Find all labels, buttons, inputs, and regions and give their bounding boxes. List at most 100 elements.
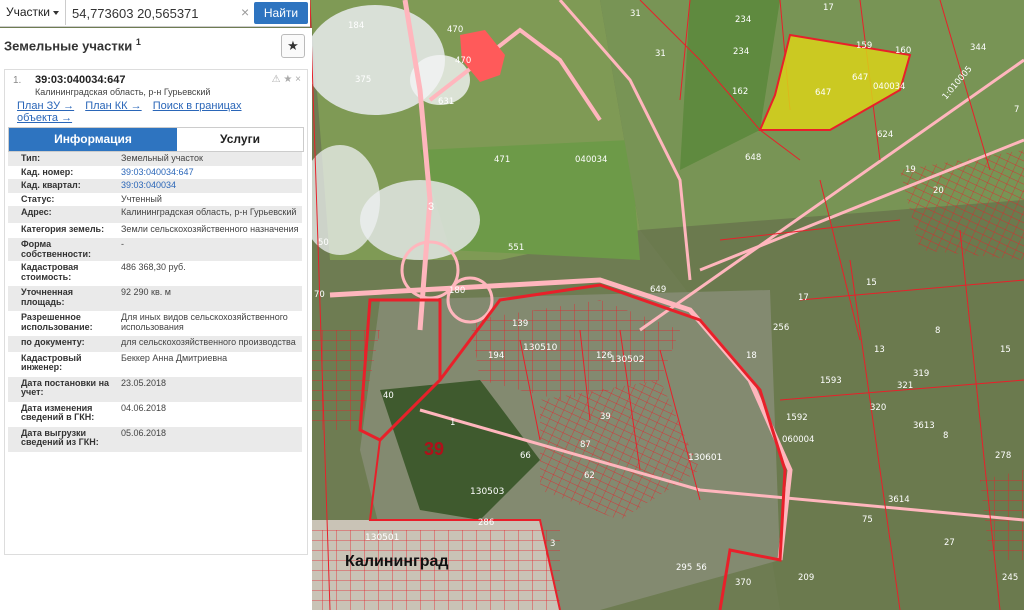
tab-info[interactable]: Информация bbox=[9, 128, 177, 151]
parcel-label: 56 bbox=[696, 563, 707, 573]
parcel-label: 130502 bbox=[610, 355, 644, 365]
parcel-label: 1592 bbox=[786, 413, 808, 423]
info-row: Дата постановки на учет: 23.05.2018 bbox=[8, 376, 302, 402]
card-index: 1. bbox=[13, 75, 22, 86]
parcel-label: 256 bbox=[773, 323, 789, 333]
parcel-label: 7 bbox=[1014, 105, 1019, 115]
parcel-label: 551 bbox=[508, 243, 524, 253]
parcel-label: 17 bbox=[798, 293, 809, 303]
info-value: Калининградская область, р-н Гурьевский bbox=[121, 207, 297, 217]
info-key: Кад. номер: bbox=[21, 166, 74, 177]
info-row: Кад. квартал: 39:03:040034 bbox=[8, 179, 302, 193]
info-table: Тип: Земельный участок Кад. номер: 39:03:0… bbox=[8, 152, 302, 452]
district-label: 39 bbox=[424, 439, 444, 459]
parcel-label: 370 bbox=[735, 578, 751, 588]
info-value: Земельный участок bbox=[121, 153, 203, 163]
info-value: Беккер Анна Дмитриевна bbox=[121, 352, 228, 363]
parcel-label: 15 bbox=[1000, 345, 1011, 355]
parcel-label: 648 bbox=[745, 153, 761, 163]
parcel-label: 20 bbox=[933, 186, 944, 196]
parcel-label: 162 bbox=[732, 87, 748, 97]
road-label: 3 bbox=[428, 201, 434, 213]
parcel-label: 130503 bbox=[470, 487, 504, 497]
parcel-label: 647 bbox=[852, 73, 868, 83]
info-value: 486 368,30 руб. bbox=[121, 262, 186, 272]
info-row: Адрес: Калининградская область, р-н Гурье… bbox=[8, 206, 302, 223]
info-value: Земли сельскохозяйственного назначения bbox=[121, 223, 299, 234]
parcel-label: 344 bbox=[970, 43, 986, 53]
parcel-label: 470 bbox=[455, 56, 471, 66]
plan-kk-link[interactable]: План КК → bbox=[85, 100, 141, 112]
clear-icon[interactable]: × bbox=[241, 4, 249, 20]
info-value-link[interactable]: 39:03:040034:647 bbox=[117, 167, 302, 178]
close-icon[interactable]: × bbox=[295, 74, 301, 85]
plan-zu-link[interactable]: План ЗУ → bbox=[17, 100, 74, 112]
parcel-label: 1 bbox=[450, 418, 455, 428]
parcel-label: 130510 bbox=[523, 343, 558, 353]
parcel-label: 130601 bbox=[688, 453, 722, 463]
info-row: Дата изменения сведений в ГКН: 04.06.2018 bbox=[8, 402, 302, 427]
parcel-label: 3 bbox=[550, 539, 555, 549]
info-value: 04.06.2018 bbox=[121, 402, 167, 413]
info-value: 23.05.2018 bbox=[121, 377, 167, 388]
info-key: Категория земель: bbox=[21, 223, 105, 234]
parcel-label: 8 bbox=[943, 431, 948, 441]
results-panel: Земельные участки 1 ★ 1. 39:03:040034:64… bbox=[0, 28, 312, 610]
info-row: Категория земель: Земли сельскохозяйствен… bbox=[8, 223, 302, 239]
search-button[interactable]: Найти bbox=[254, 2, 308, 24]
parcel-label: 3614 bbox=[888, 495, 910, 505]
info-row: Уточненная площадь: 92 290 кв. м bbox=[8, 286, 302, 311]
info-value-link[interactable]: 39:03:040034 bbox=[117, 180, 302, 191]
parcel-label: 184 bbox=[348, 21, 364, 31]
warning-icon[interactable]: ⚠ bbox=[272, 74, 281, 85]
parcel-label: 040034 bbox=[873, 82, 905, 92]
city-label: Калининград bbox=[345, 553, 449, 570]
parcel-label: 647 bbox=[815, 88, 831, 98]
info-key: Адрес: bbox=[21, 207, 52, 217]
parcel-label: 278 bbox=[995, 451, 1011, 461]
info-row: Статус: Учтенный bbox=[8, 193, 302, 207]
info-key: Дата выгрузки сведений из ГКН: bbox=[21, 427, 99, 447]
parcel-label: 139 bbox=[512, 319, 528, 329]
parcel-label: 15 bbox=[866, 278, 877, 288]
parcel-label: 87 bbox=[580, 440, 591, 450]
search-category-select[interactable]: Участки bbox=[0, 0, 66, 25]
favorite-star-button[interactable]: ★ bbox=[281, 34, 305, 58]
parcel-label: 160 bbox=[895, 46, 911, 56]
parcel-label: 126 bbox=[596, 351, 612, 361]
parcel-label: 234 bbox=[733, 47, 749, 57]
parcel-label: 18 bbox=[746, 351, 757, 361]
parcel-label: 70 bbox=[314, 290, 325, 300]
card-address: Калининградская область, р-н Гурьевский bbox=[35, 87, 211, 97]
parcel-label: 631 bbox=[438, 97, 454, 107]
parcel-label: 234 bbox=[735, 15, 751, 25]
search-input[interactable] bbox=[70, 2, 244, 24]
parcel-label: 245 bbox=[1002, 573, 1018, 583]
info-row: Дата выгрузки сведений из ГКН: 05.06.2018 bbox=[8, 426, 302, 452]
parcel-label: 209 bbox=[798, 573, 814, 583]
parcel-label: 17 bbox=[823, 3, 834, 13]
parcel-label: 624 bbox=[877, 130, 893, 140]
info-row: Кадастровый инженер: Беккер Анна Дмитриев… bbox=[8, 352, 302, 377]
parcel-label: 39 bbox=[600, 412, 611, 422]
card-cadastral-number[interactable]: 39:03:040034:647 bbox=[35, 74, 126, 86]
info-row: Форма собственности: - bbox=[8, 238, 302, 261]
chevron-down-icon bbox=[53, 11, 59, 15]
parcel-label: 320 bbox=[870, 403, 886, 413]
parcel-label: 286 bbox=[478, 518, 494, 528]
parcel-label: 180 bbox=[449, 286, 465, 296]
info-key: Кад. квартал: bbox=[21, 180, 81, 190]
info-value: для сельскохозяйственного производства bbox=[121, 337, 296, 347]
info-key: Дата постановки на учет: bbox=[21, 377, 110, 397]
card-tabs: Информация Услуги bbox=[8, 127, 304, 152]
star-icon[interactable]: ★ bbox=[283, 74, 292, 85]
parcel-label: 060004 bbox=[782, 435, 814, 445]
parcel-label: 321 bbox=[897, 381, 913, 391]
tab-services[interactable]: Услуги bbox=[177, 128, 303, 151]
cloud bbox=[300, 145, 380, 255]
info-row: по документу: для сельскохозяйственного п… bbox=[8, 336, 302, 352]
info-key: Разрешенное использование: bbox=[21, 312, 93, 332]
parcel-label: 295 bbox=[676, 563, 692, 573]
parcel-label: 66 bbox=[520, 451, 531, 461]
card-actions: ⚠ ★ × bbox=[272, 74, 301, 85]
